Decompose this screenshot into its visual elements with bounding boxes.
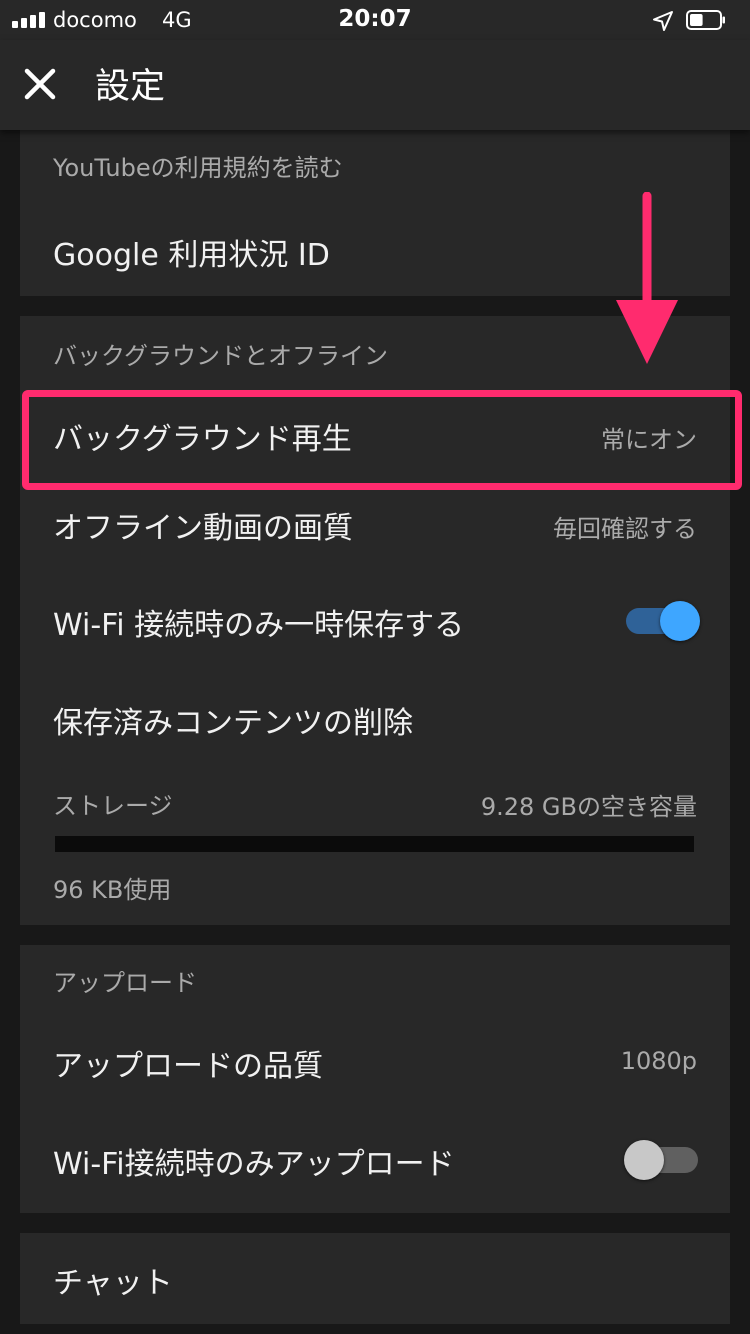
upload-quality-label: アップロードの品質	[53, 1049, 323, 1084]
upload-section: アップロード アップロードの品質 1080p Wi-Fi接続時のみアップロード	[20, 945, 730, 1213]
storage-row: ストレージ 9.28 GBの空き容量	[20, 778, 730, 821]
terms-link[interactable]: YouTubeの利用規約を読む	[53, 148, 343, 183]
wifi-only-upload-label: Wi-Fi接続時のみアップロード	[53, 1147, 455, 1182]
section-header: バックグラウンドとオフライン	[53, 342, 389, 370]
storage-free: 9.28 GBの空き容量	[480, 793, 697, 821]
status-bar: docomo 4G 20:07	[0, 0, 750, 40]
settings-screen: docomo 4G 20:07 設定 YouTubeの利用規約を読む Googl…	[0, 0, 750, 1334]
toggle-knob	[660, 601, 700, 641]
offline-quality-label: オフライン動画の画質	[53, 511, 353, 546]
upload-quality-row[interactable]: アップロードの品質 1080p	[20, 1015, 730, 1107]
wifi-only-save-label: Wi-Fi 接続時のみ一時保存する	[53, 608, 465, 643]
wifi-only-save-toggle[interactable]	[626, 600, 700, 642]
wifi-only-upload-toggle[interactable]	[624, 1139, 698, 1181]
location-arrow-icon	[653, 11, 673, 31]
upload-header: アップロード	[53, 969, 197, 997]
terms-link-row[interactable]: YouTubeの利用規約を読む	[20, 130, 730, 200]
chat-row[interactable]: チャット	[20, 1233, 730, 1324]
toggle-knob	[624, 1140, 664, 1180]
section-header-row: アップロード	[20, 945, 730, 1015]
storage-bar	[55, 836, 694, 852]
storage-used: 96 KB使用	[53, 876, 172, 904]
storage-label: ストレージ	[53, 792, 173, 820]
clock: 20:07	[338, 6, 412, 32]
highlight-box	[22, 390, 742, 490]
app-bar: 設定	[0, 40, 750, 130]
offline-quality-row[interactable]: オフライン動画の画質 毎回確認する	[20, 478, 730, 568]
offline-quality-value: 毎回確認する	[553, 515, 697, 543]
wifi-only-save-row[interactable]: Wi-Fi 接続時のみ一時保存する	[20, 572, 730, 668]
chat-section: チャット	[20, 1233, 730, 1324]
pointer-arrow-icon	[616, 192, 678, 364]
page-title: 設定	[95, 67, 166, 107]
close-icon[interactable]	[18, 62, 62, 106]
chat-label: チャット	[53, 1266, 173, 1301]
battery-icon	[686, 10, 725, 30]
wifi-only-upload-row[interactable]: Wi-Fi接続時のみアップロード	[20, 1111, 730, 1207]
google-usage-id-label: Google 利用状況 ID	[53, 238, 330, 273]
storage-used-row: 96 KB使用	[20, 866, 730, 906]
delete-saved-row[interactable]: 保存済みコンテンツの削除	[20, 672, 730, 762]
delete-saved-label: 保存済みコンテンツの削除	[53, 706, 413, 741]
upload-quality-value: 1080p	[620, 1047, 697, 1075]
